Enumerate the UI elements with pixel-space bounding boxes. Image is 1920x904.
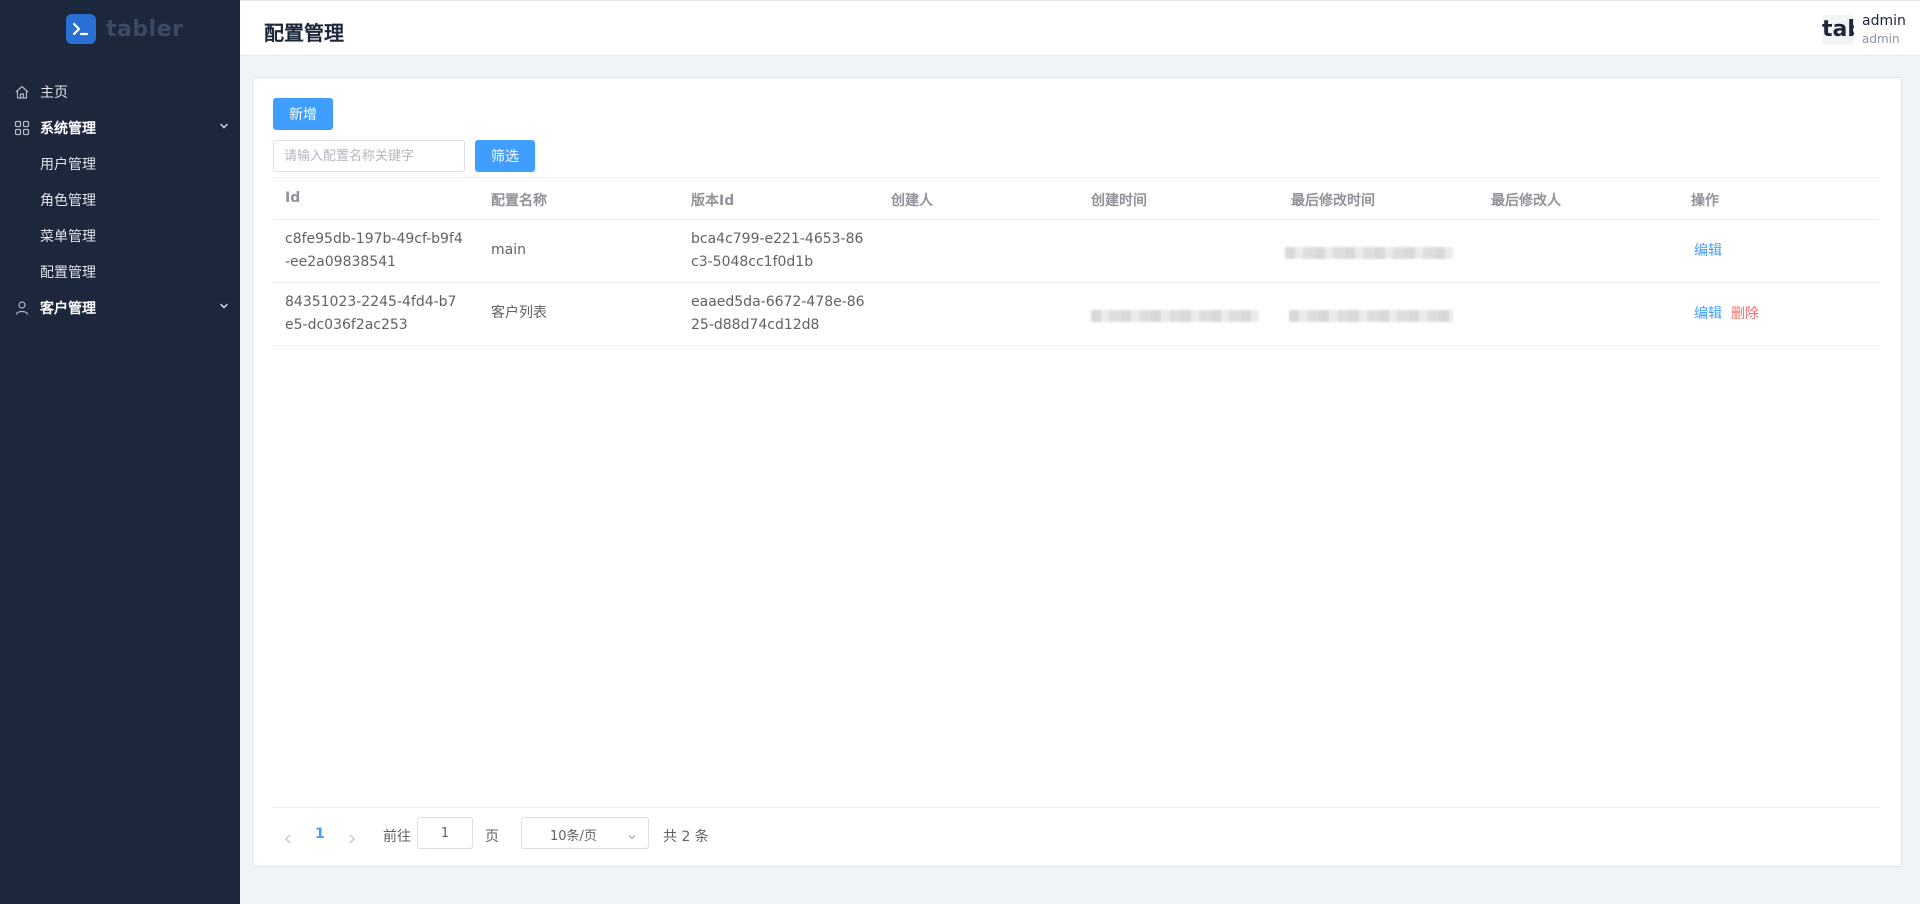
page-number-current[interactable]: 1 bbox=[315, 826, 325, 842]
column-header-modifier[interactable]: 最后修改人 bbox=[1491, 190, 1561, 210]
sidebar-item-label: 客户管理 bbox=[40, 301, 96, 317]
cell-name: main bbox=[491, 242, 526, 258]
goto-suffix: 页 bbox=[485, 829, 499, 845]
sidebar-item-config[interactable]: 配置管理 bbox=[0, 253, 240, 289]
redacted-modified-time bbox=[1289, 310, 1453, 322]
sidebar-item-label: 主页 bbox=[40, 85, 68, 101]
table-row: 84351023-2245-4fd4-b7e5-dc036f2ac253 客户列… bbox=[273, 283, 1879, 346]
column-header-name[interactable]: 配置名称 bbox=[491, 190, 547, 210]
edit-link[interactable]: 编辑 bbox=[1694, 240, 1722, 260]
cell-version-id: bca4c799-e221-4653-86c3-5048cc1f0d1b bbox=[691, 231, 864, 270]
sidebar-nav: 主页 系统管理 用户管理 角色管理 菜单管理 配置管理 客户管理 bbox=[0, 73, 240, 325]
add-button[interactable]: 新增 bbox=[273, 98, 333, 130]
column-header-actions: 操作 bbox=[1691, 193, 1719, 209]
home-icon bbox=[14, 84, 30, 100]
delete-link[interactable]: 删除 bbox=[1731, 303, 1759, 323]
chevron-down-icon bbox=[218, 300, 230, 312]
user-icon bbox=[14, 300, 30, 316]
brand-logo[interactable]: tabler bbox=[66, 14, 183, 44]
chevron-down-icon bbox=[626, 828, 638, 840]
sidebar-item-users[interactable]: 用户管理 bbox=[0, 145, 240, 181]
sidebar-item-system[interactable]: 系统管理 bbox=[0, 109, 240, 145]
config-table: Id 配置名称 版本Id 创建人 创建时间 最后修改时间 最后修改人 操作 c8… bbox=[273, 177, 1879, 346]
sidebar-item-label: 系统管理 bbox=[40, 121, 96, 137]
chevron-right-icon[interactable] bbox=[347, 830, 357, 844]
cell-id: 84351023-2245-4fd4-b7e5-dc036f2ac253 bbox=[285, 294, 457, 333]
page-title: 配置管理 bbox=[264, 21, 344, 45]
sidebar-item-menus[interactable]: 菜单管理 bbox=[0, 217, 240, 253]
cell-id: c8fe95db-197b-49cf-b9f4-ee2a09838541 bbox=[285, 231, 463, 270]
search-input[interactable] bbox=[273, 140, 465, 172]
edit-link[interactable]: 编辑 bbox=[1694, 303, 1722, 323]
sidebar-item-label: 菜单管理 bbox=[40, 229, 96, 245]
top-bar: 配置管理 tabler admin admin bbox=[240, 0, 1920, 56]
grid-icon bbox=[14, 120, 30, 136]
config-card: 新增 筛选 Id 配置名称 版本Id 创建人 创建时间 最后修改时间 最后修改人… bbox=[252, 77, 1902, 867]
chevron-left-icon[interactable] bbox=[283, 830, 293, 844]
sidebar-item-home[interactable]: 主页 bbox=[0, 73, 240, 109]
sidebar-item-roles[interactable]: 角色管理 bbox=[0, 181, 240, 217]
pagination: 1 前往 页 10条/页 共 2 条 bbox=[273, 807, 1879, 866]
sidebar-item-label: 角色管理 bbox=[40, 193, 96, 209]
column-header-created-time[interactable]: 创建时间 bbox=[1091, 190, 1147, 210]
sidebar-item-label: 用户管理 bbox=[40, 157, 96, 173]
column-header-modified-time[interactable]: 最后修改时间 bbox=[1291, 190, 1375, 210]
sidebar: tabler 主页 系统管理 用户管理 角色管理 菜单管理 配置管理 客户管理 bbox=[0, 0, 240, 904]
goto-prefix: 前往 bbox=[383, 829, 411, 845]
column-header-creator[interactable]: 创建人 bbox=[891, 190, 933, 210]
chevron-down-icon bbox=[218, 120, 230, 132]
redacted-created-time bbox=[1091, 310, 1259, 322]
column-header-version-id[interactable]: 版本Id bbox=[691, 190, 734, 210]
user-role: admin bbox=[1862, 32, 1900, 46]
brand-name: tabler bbox=[106, 16, 184, 42]
terminal-icon bbox=[66, 14, 96, 44]
table-row: c8fe95db-197b-49cf-b9f4-ee2a09838541 mai… bbox=[273, 220, 1879, 283]
sidebar-item-customers[interactable]: 客户管理 bbox=[0, 289, 240, 325]
total-count: 共 2 条 bbox=[663, 829, 709, 845]
cell-name: 客户列表 bbox=[491, 305, 547, 321]
sidebar-item-label: 配置管理 bbox=[40, 265, 96, 281]
filter-button[interactable]: 筛选 bbox=[475, 140, 535, 172]
page-size-value: 10条/页 bbox=[550, 829, 597, 844]
goto-page-input[interactable] bbox=[417, 817, 473, 849]
cell-version-id: eaaed5da-6672-478e-8625-d88d74cd12d8 bbox=[691, 294, 865, 333]
avatar[interactable]: tabler bbox=[1822, 15, 1854, 45]
redacted-modified-time bbox=[1285, 247, 1453, 259]
user-name[interactable]: admin bbox=[1862, 13, 1906, 29]
column-header-id[interactable]: Id bbox=[285, 190, 300, 206]
page-size-select[interactable]: 10条/页 bbox=[521, 817, 649, 849]
table-header: Id 配置名称 版本Id 创建人 创建时间 最后修改时间 最后修改人 操作 bbox=[273, 177, 1879, 220]
